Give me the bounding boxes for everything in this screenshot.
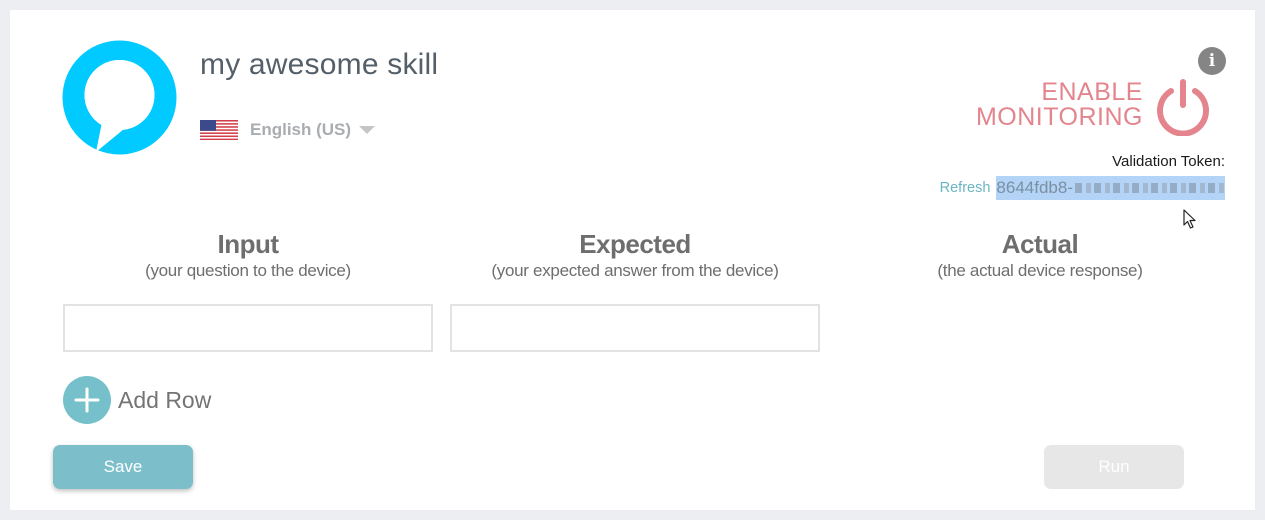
expected-field[interactable] xyxy=(450,304,820,352)
add-row-button[interactable]: Add Row xyxy=(63,376,211,424)
input-field[interactable] xyxy=(63,304,433,352)
us-flag-icon xyxy=(200,120,238,140)
chevron-down-icon xyxy=(359,126,376,134)
info-icon[interactable]: i xyxy=(1198,47,1226,75)
token-text: 8644fdb8- xyxy=(996,178,1073,197)
run-button[interactable]: Run xyxy=(1044,445,1184,489)
expected-column-header: Expected (your expected answer from the … xyxy=(450,228,820,282)
token-redacted xyxy=(1075,183,1225,193)
monitoring-line-2: MONITORING xyxy=(975,103,1143,131)
language-label: English (US) xyxy=(250,120,352,139)
validation-token-row: Refresh 8644fdb8- xyxy=(940,176,1225,200)
refresh-token-link[interactable]: Refresh xyxy=(940,180,991,196)
monitoring-line-1: ENABLE xyxy=(1041,78,1143,106)
column-subtitle: (your expected answer from the device) xyxy=(491,261,779,280)
column-subtitle: (your question to the device) xyxy=(145,261,351,280)
column-subtitle: (the actual device response) xyxy=(937,261,1143,280)
input-column-header: Input (your question to the device) xyxy=(63,228,433,282)
save-button[interactable]: Save xyxy=(53,445,193,489)
language-selector[interactable]: English (US) xyxy=(200,120,376,140)
validation-token-label: Validation Token: xyxy=(1112,153,1225,170)
skill-tester-card: my awesome skill English (US) i ENABLE M… xyxy=(10,10,1255,510)
mouse-cursor-icon xyxy=(1183,209,1196,229)
add-row-label: Add Row xyxy=(118,386,212,413)
column-title: Actual xyxy=(1001,229,1079,259)
column-title: Expected xyxy=(579,229,691,259)
skill-title: my awesome skill xyxy=(200,48,439,81)
enable-monitoring-button[interactable]: ENABLE MONITORING xyxy=(976,80,1143,130)
actual-column-header: Actual (the actual device response) xyxy=(855,228,1225,282)
plus-icon xyxy=(63,376,111,424)
alexa-logo-icon xyxy=(62,40,177,155)
validation-token-value[interactable]: 8644fdb8- xyxy=(996,176,1225,200)
column-title: Input xyxy=(217,229,279,259)
power-icon[interactable] xyxy=(1154,78,1212,136)
